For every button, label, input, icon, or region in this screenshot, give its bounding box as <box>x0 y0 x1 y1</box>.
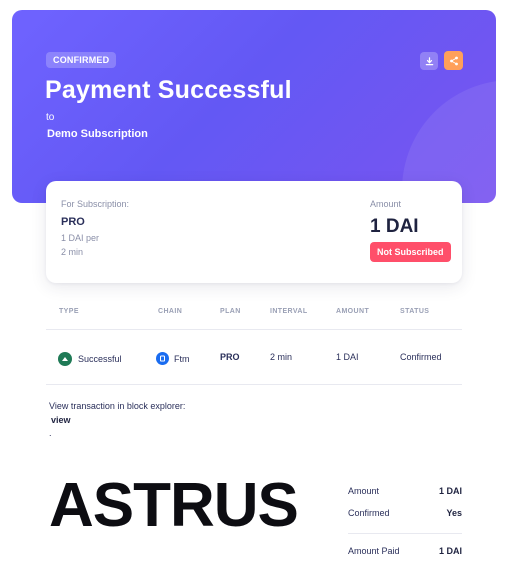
subscription-interval: 2 min <box>61 247 84 257</box>
header-amount: AMOUNT <box>336 308 370 315</box>
explorer-dot: . <box>49 428 52 438</box>
header-status: STATUS <box>400 308 430 315</box>
row-status: Confirmed <box>400 352 442 362</box>
download-icon <box>425 56 433 65</box>
row-interval: 2 min <box>270 352 293 362</box>
page-title: Payment Successful <box>45 76 292 104</box>
confirmed-badge: CONFIRMED <box>46 52 117 68</box>
subscription-card: For Subscription: PRO 1 DAI per 2 min Am… <box>46 181 462 283</box>
share-button[interactable] <box>444 51 463 70</box>
view-explorer-link[interactable]: view <box>51 415 71 425</box>
subscription-price: 1 DAI per <box>61 233 100 243</box>
row-plan: PRO <box>220 352 240 362</box>
amount-label: Amount <box>370 199 402 209</box>
summary-paid-label: Amount Paid <box>348 546 400 556</box>
row-type: Successful <box>58 352 122 366</box>
summary-confirmed-label: Confirmed <box>348 508 390 518</box>
row-amount: 1 DAI <box>336 352 359 362</box>
row-type-label: Successful <box>78 354 122 364</box>
explorer-text: View transaction in block explorer: <box>49 401 186 411</box>
header-divider <box>46 329 462 330</box>
astrus-logo: ASTRUS <box>49 471 299 540</box>
header-chain: CHAIN <box>158 308 183 315</box>
row-chain: Ftm <box>156 352 190 365</box>
summary-divider <box>348 533 462 534</box>
subscription-label: For Subscription: <box>61 199 130 209</box>
subscription-plan: PRO <box>61 216 85 228</box>
row-chain-label: Ftm <box>174 353 190 364</box>
summary-amount-value: 1 DAI <box>438 486 462 496</box>
row-divider <box>46 384 462 385</box>
fantom-icon <box>156 352 169 365</box>
header-plan: PLAN <box>220 308 241 315</box>
summary-amount-label: Amount <box>348 486 380 496</box>
header-type: TYPE <box>59 308 79 315</box>
success-icon <box>58 352 72 366</box>
download-button[interactable] <box>420 52 438 70</box>
summary-paid-value: 1 DAI <box>438 546 462 556</box>
payment-hero-banner: CONFIRMED Payment Successful to Demo Sub… <box>12 10 496 203</box>
summary-confirmed-value: Yes <box>446 508 462 518</box>
subscription-status-badge: Not Subscribed <box>370 242 451 262</box>
amount-value: 1 DAI <box>370 216 419 237</box>
subscription-name: Demo Subscription <box>47 128 148 140</box>
hero-to-label: to <box>46 112 55 123</box>
share-icon <box>449 56 458 65</box>
header-interval: INTERVAL <box>270 308 308 315</box>
